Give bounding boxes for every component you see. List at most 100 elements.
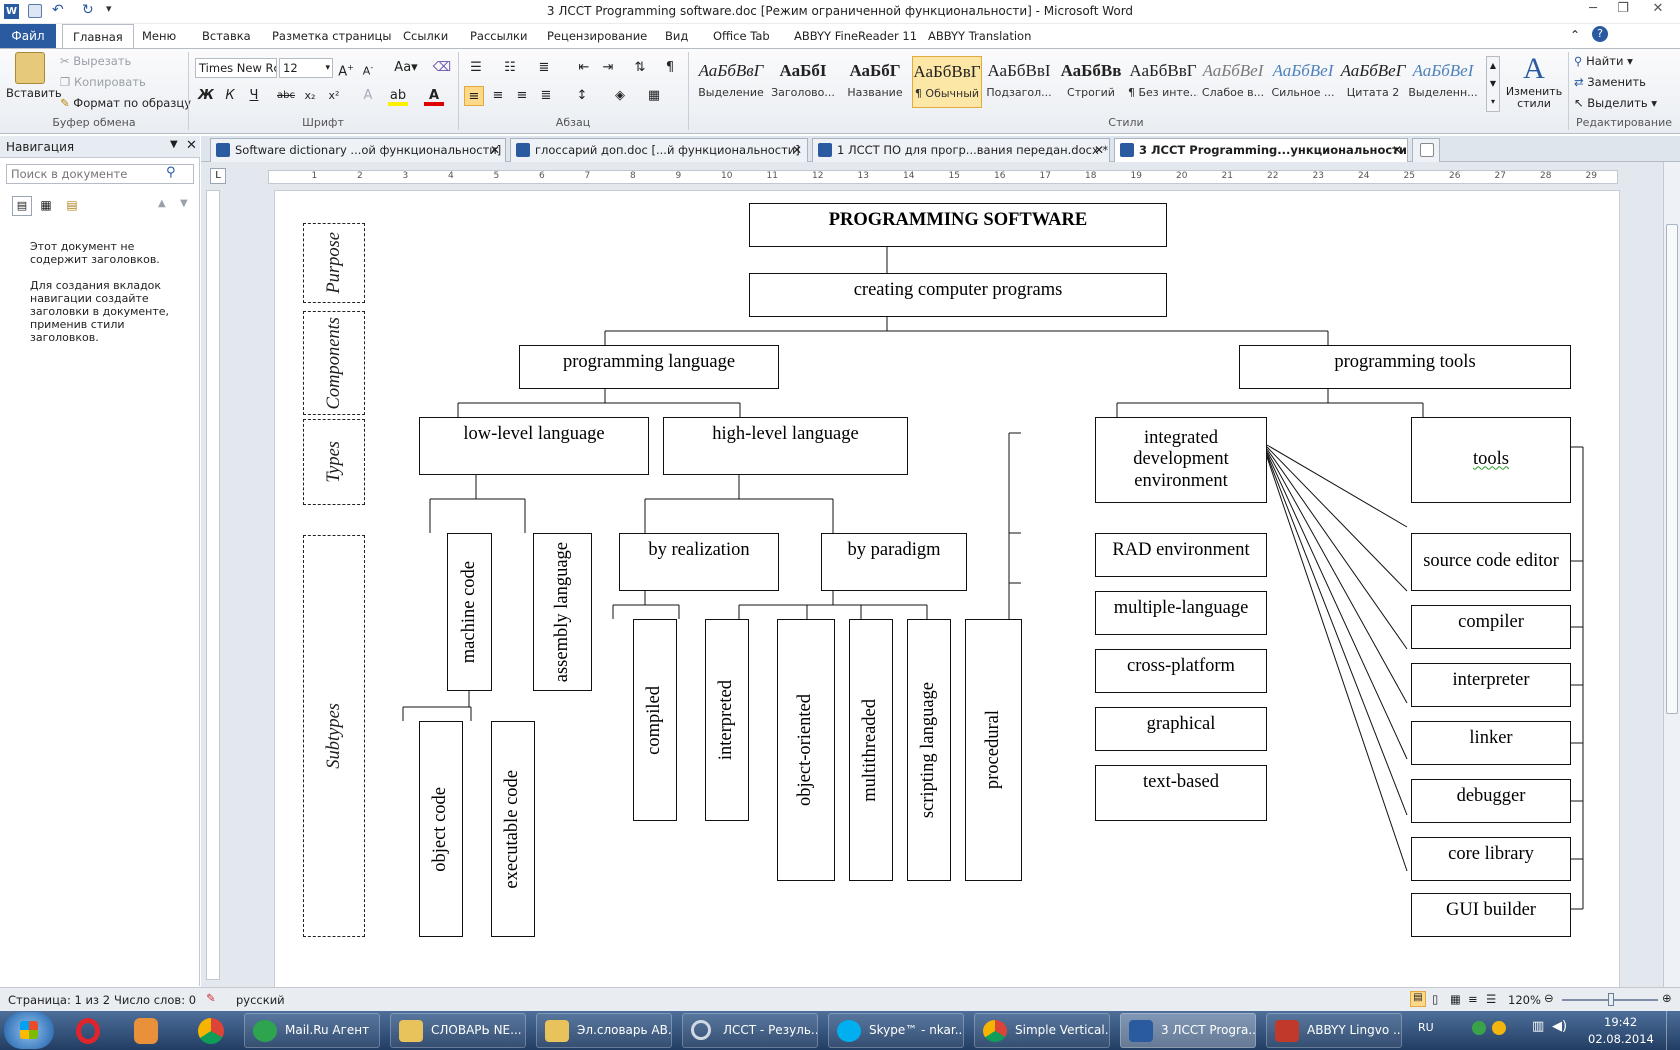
page-count[interactable]: Страница: 1 из 2: [8, 993, 110, 1007]
taskbar-item-active[interactable]: 3 ЛССТ Progra...: [1120, 1013, 1256, 1048]
word-count[interactable]: Число слов: 0: [114, 993, 196, 1007]
clock-time[interactable]: 19:42: [1604, 1015, 1637, 1029]
clear-format-icon[interactable]: ⌫: [432, 58, 452, 78]
style-item[interactable]: АаБбГ Название: [840, 56, 910, 108]
style-item[interactable]: АаБбВвГ Выделение: [696, 56, 766, 108]
shrink-font-icon[interactable]: A-: [358, 58, 378, 78]
style-item[interactable]: АаБбВеІ Выделенн...: [1408, 56, 1478, 108]
tab-insert[interactable]: Вставка: [192, 24, 261, 48]
decrease-indent-icon[interactable]: ⇤: [574, 58, 594, 78]
ribbon-minimize-icon[interactable]: ⌃: [1570, 28, 1580, 42]
font-name-select[interactable]: Times New Rc: [195, 58, 277, 78]
tab-abbyy-finereader[interactable]: ABBYY FineReader 11: [784, 24, 927, 48]
paste-button[interactable]: Вставить: [6, 52, 62, 112]
search-icon[interactable]: ⚲: [166, 165, 176, 180]
bullets-icon[interactable]: ☰: [466, 58, 486, 78]
media-player-icon[interactable]: [126, 1014, 166, 1048]
copy-button[interactable]: ❐ Копировать: [60, 75, 146, 89]
tab-page-layout[interactable]: Разметка страницы: [262, 24, 401, 48]
align-center-icon[interactable]: ≡: [488, 86, 508, 106]
nav-headings-view-icon[interactable]: ▤: [12, 196, 32, 216]
style-item[interactable]: АаБбВеІ Сильное ...: [1268, 56, 1338, 108]
style-item[interactable]: АаБбВвГ ¶ Без инте...: [1128, 56, 1198, 108]
close-button[interactable]: ✕: [1638, 0, 1678, 20]
subscript-button[interactable]: x₂: [300, 86, 320, 106]
taskbar-item[interactable]: ABBYY Lingvo ...: [1266, 1013, 1402, 1048]
nav-pages-view-icon[interactable]: ▦: [36, 196, 56, 216]
strikethrough-button[interactable]: abc: [276, 86, 296, 106]
zoom-slider-thumb[interactable]: [1608, 993, 1614, 1006]
tab-close-icon[interactable]: ✕: [490, 139, 500, 161]
taskbar-item[interactable]: Mail.Ru Агент: [244, 1013, 380, 1048]
document-page[interactable]: Purpose Components Types Subtypes PROGRA…: [274, 190, 1620, 990]
line-spacing-icon[interactable]: ↕: [572, 86, 592, 106]
multilevel-list-icon[interactable]: ≣: [534, 58, 554, 78]
text-effects-icon[interactable]: A: [358, 86, 378, 106]
select-button[interactable]: ↖ Выделить ▾: [1574, 96, 1657, 110]
change-case-icon[interactable]: Aa▾: [392, 58, 420, 78]
tab-office-tab[interactable]: Office Tab: [703, 24, 780, 48]
minimize-button[interactable]: ─: [1578, 0, 1608, 20]
zoom-level[interactable]: 120%: [1508, 993, 1541, 1007]
draft-view-icon[interactable]: ☰: [1486, 992, 1496, 1006]
vertical-scrollbar[interactable]: [1663, 162, 1680, 987]
web-layout-icon[interactable]: ▦: [1450, 992, 1461, 1006]
format-painter-button[interactable]: ✎ Формат по образцу: [60, 96, 191, 110]
styles-scroll[interactable]: ▲ ▼ ▾: [1486, 56, 1500, 112]
spellcheck-icon[interactable]: ✎: [206, 991, 216, 1005]
input-language[interactable]: RU: [1418, 1021, 1434, 1034]
scroll-thumb[interactable]: [1666, 224, 1678, 714]
increase-indent-icon[interactable]: ⇥: [598, 58, 618, 78]
show-marks-button[interactable]: ¶: [660, 58, 680, 78]
language-status[interactable]: русский: [236, 993, 285, 1007]
justify-icon[interactable]: ≣: [536, 86, 556, 106]
reading-view-icon[interactable]: ▯: [1432, 992, 1438, 1006]
cut-button[interactable]: ✂ Вырезать: [60, 54, 131, 68]
chrome-icon[interactable]: [190, 1014, 230, 1048]
style-item[interactable]: АаБбВеІ Слабое в...: [1198, 56, 1268, 108]
doc-tab[interactable]: 1 ЛССТ ПО для прогр...вания передан.docx…: [812, 138, 1110, 162]
maximize-button[interactable]: ❐: [1608, 0, 1638, 20]
new-tab-button[interactable]: [1412, 138, 1440, 162]
tray-icon[interactable]: [1492, 1021, 1506, 1035]
clock-date[interactable]: 02.08.2014: [1588, 1032, 1654, 1046]
change-styles-button[interactable]: A Изменить стили: [1504, 52, 1564, 114]
taskbar-item[interactable]: ЛССТ - Резуль...: [682, 1013, 818, 1048]
tab-mailings[interactable]: Рассылки: [460, 24, 537, 48]
tab-menu[interactable]: Меню: [132, 24, 186, 48]
zoom-out-icon[interactable]: ⊖: [1544, 991, 1554, 1005]
taskbar-item[interactable]: Эл.словарь АВ...: [536, 1013, 672, 1048]
doc-tab[interactable]: Software dictionary ...ой функциональнос…: [210, 138, 506, 162]
borders-icon[interactable]: ▦: [644, 86, 664, 106]
taskbar-item[interactable]: Simple Vertical...: [974, 1013, 1110, 1048]
nav-menu-icon[interactable]: ▼: [170, 139, 178, 150]
tab-view[interactable]: Вид: [655, 24, 698, 48]
tab-abbyy-translation[interactable]: ABBYY Translation: [918, 24, 1041, 48]
underline-button[interactable]: Ч: [244, 86, 264, 106]
tab-file[interactable]: Файл: [0, 24, 56, 48]
replace-button[interactable]: ⇄ Заменить: [1574, 75, 1646, 89]
tab-close-icon[interactable]: ✕: [792, 139, 802, 161]
italic-button[interactable]: К: [220, 86, 240, 106]
volume-icon[interactable]: ◀): [1552, 1019, 1567, 1034]
nav-next-icon[interactable]: ▼: [180, 198, 188, 209]
font-color-icon[interactable]: A: [424, 86, 444, 106]
taskbar-item[interactable]: СЛОВАРЬ NE...: [390, 1013, 526, 1048]
print-layout-icon[interactable]: ▤: [1410, 991, 1426, 1007]
zoom-in-icon[interactable]: ⊕: [1662, 991, 1672, 1005]
style-item[interactable]: АаБбВеГ Цитата 2: [1338, 56, 1408, 108]
tab-stop-selector[interactable]: L: [210, 168, 226, 184]
doc-tab[interactable]: глоссарий доп.doc [...й функциональности…: [510, 138, 808, 162]
align-right-icon[interactable]: ≡: [512, 86, 532, 106]
style-item[interactable]: АаБбВвІ Подзагол...: [984, 56, 1054, 108]
doc-tab-active[interactable]: 3 ЛССТ Programming...ункциональности] * ✕: [1114, 138, 1408, 162]
tray-icon[interactable]: [1472, 1021, 1486, 1035]
highlight-icon[interactable]: ab: [388, 86, 408, 106]
align-left-icon[interactable]: ≡: [464, 86, 484, 106]
style-item[interactable]: АаБбI Заголово...: [768, 56, 838, 108]
style-item[interactable]: АаБбВв Строгий: [1056, 56, 1126, 108]
nav-results-view-icon[interactable]: ▤: [62, 196, 82, 216]
network-icon[interactable]: ▥: [1532, 1019, 1544, 1034]
grow-font-icon[interactable]: A+: [336, 58, 356, 79]
tab-close-icon[interactable]: ✕: [1094, 139, 1104, 161]
